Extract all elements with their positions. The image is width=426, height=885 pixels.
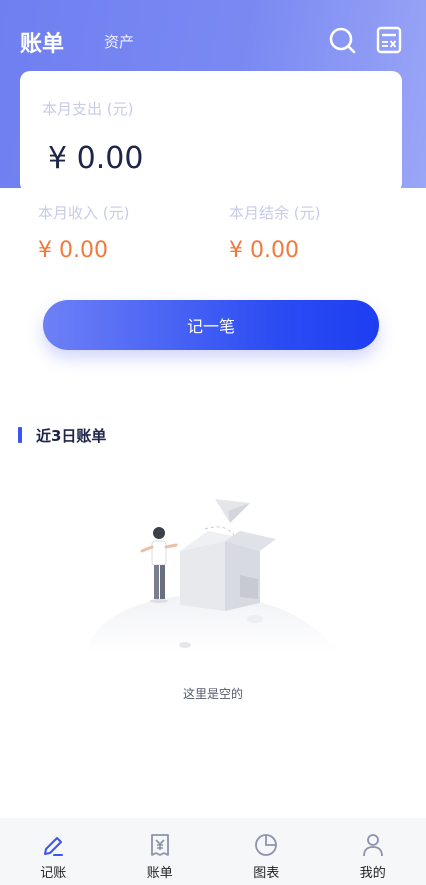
top-bar: 账单 资产: [0, 0, 426, 80]
pie-chart-icon: [253, 832, 279, 858]
tab-bills-title[interactable]: 账单: [20, 26, 64, 58]
monthly-expense-card: 本月支出 (元) ¥ 0.00: [20, 71, 402, 193]
income-block: 本月收入 (元) ¥ 0.00: [38, 202, 129, 263]
tab-bills-label: 账单: [146, 866, 173, 881]
search-button[interactable]: [328, 26, 356, 54]
expense-label: 本月支出 (元): [42, 100, 134, 118]
recent-bills-title: 近3日账单: [36, 427, 107, 445]
person-icon: [360, 832, 386, 858]
tab-record-label: 记账: [40, 866, 67, 881]
section-accent-bar: [18, 427, 22, 443]
search-icon: [329, 27, 356, 54]
expense-value: ¥ 0.00: [48, 141, 144, 176]
calculator-button[interactable]: [375, 26, 403, 54]
balance-value: ¥ 0.00: [229, 238, 299, 263]
calculator-icon: [376, 26, 402, 54]
record-entry-button[interactable]: 记一笔: [43, 300, 379, 350]
receipt-icon: [147, 832, 173, 858]
empty-box-illustration: [85, 499, 338, 653]
tab-bills[interactable]: 账单: [107, 818, 214, 885]
balance-label: 本月结余 (元): [229, 204, 321, 222]
tab-chart[interactable]: 图表: [213, 818, 320, 885]
tab-record[interactable]: 记账: [0, 818, 107, 885]
income-label: 本月收入 (元): [38, 204, 130, 222]
tab-assets-title[interactable]: 资产: [104, 31, 134, 52]
income-value: ¥ 0.00: [38, 238, 108, 263]
tab-mine[interactable]: 我的: [320, 818, 426, 885]
balance-block: 本月结余 (元) ¥ 0.00: [229, 202, 320, 263]
tab-mine-label: 我的: [359, 866, 386, 881]
pencil-icon: [40, 832, 66, 858]
tab-chart-label: 图表: [253, 866, 280, 881]
empty-state-text: 这里是空的: [182, 687, 243, 701]
bottom-tab-bar: 记账 账单 图表 我的: [0, 818, 426, 885]
